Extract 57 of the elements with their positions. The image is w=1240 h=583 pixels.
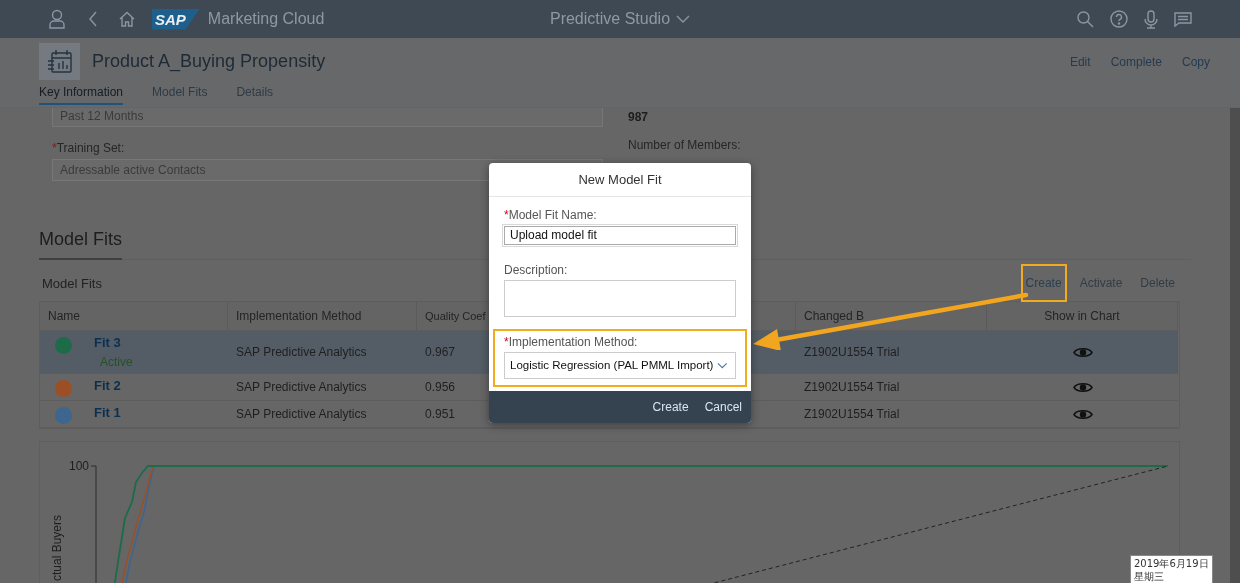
user-icon[interactable] [48,9,66,29]
table-row-name-cell[interactable]: Fit 3 Active [40,331,228,374]
table-cell: Z1902U1554 Trial [796,401,987,428]
field-label: *Training Set: [52,141,126,155]
table-cell: SAP Predictive Analytics [228,401,417,428]
help-icon[interactable] [1110,10,1128,28]
header-action-button[interactable]: Edit [1069,54,1091,69]
weekday-text: 星期三 [1134,570,1165,583]
text-input-field[interactable]: Upload model fit [504,225,736,245]
calendar-chart-icon [46,48,73,75]
model-fit-link[interactable]: Fit 1 [94,404,121,420]
table-cell: SAP Predictive Analytics [228,374,417,401]
page-title: Product A_Buying Propensity [92,51,327,72]
field-value: 987 [628,110,650,124]
field-label: Number of Members: [628,138,742,152]
header-action-button[interactable]: Complete [1110,54,1162,69]
scrollbar[interactable] [1230,108,1240,583]
status-text: Active [100,355,133,369]
table-action-button[interactable]: Create [1020,264,1067,302]
table-title: Model Fits [42,275,103,291]
dropdown-field[interactable]: Logistic Regression (PAL PMML Import) [504,351,736,379]
eye-icon[interactable] [1072,380,1093,394]
description-field[interactable] [504,279,736,317]
table-row-name-cell[interactable]: Fit 1 [40,401,228,428]
table-row-name-cell[interactable]: Fit 2 [40,374,228,401]
dialog-button[interactable]: Create [652,399,689,414]
section-title: Model Fits [39,226,123,260]
app-title: Marketing Cloud [207,10,325,28]
column-header: Implementation Method [228,302,417,331]
table-cell: SAP Predictive Analytics [228,331,417,374]
table-cell: Z1902U1554 Trial [796,331,987,374]
back-icon[interactable] [88,11,98,27]
model-fit-link[interactable]: Fit 2 [94,377,121,393]
chevron-down-icon [676,15,691,23]
axis-tick-label: 100 [68,459,89,473]
date-text: 2019年6月19日 [1134,557,1209,570]
model-fit-link[interactable]: Fit 3 [94,335,133,350]
logo[interactable]: SAP [152,8,200,30]
field-label: *Model Fit Name: [504,208,598,222]
dialog-button[interactable]: Cancel [704,399,742,414]
header-action-button[interactable]: Copy [1182,54,1210,69]
app-title-menu[interactable]: Predictive Studio [549,10,691,28]
tab[interactable]: Details [236,82,274,105]
tab[interactable]: Key Information [39,82,124,105]
table-cell: Z1902U1554 Trial [796,374,987,401]
chevron-down-icon [717,361,728,369]
column-header: Name [40,302,228,331]
tab[interactable]: Model Fits [152,82,208,105]
field-label: Description: [504,262,569,277]
home-icon[interactable] [119,11,135,27]
dialog-title: New Model Fit [489,163,751,197]
eye-icon[interactable] [1072,407,1093,421]
microphone-icon[interactable] [1144,9,1158,29]
search-icon[interactable] [1076,10,1094,28]
axis-title: ctual Buyers [50,514,64,581]
column-header: Show in Chart [987,302,1178,331]
eye-icon[interactable] [1072,345,1093,359]
